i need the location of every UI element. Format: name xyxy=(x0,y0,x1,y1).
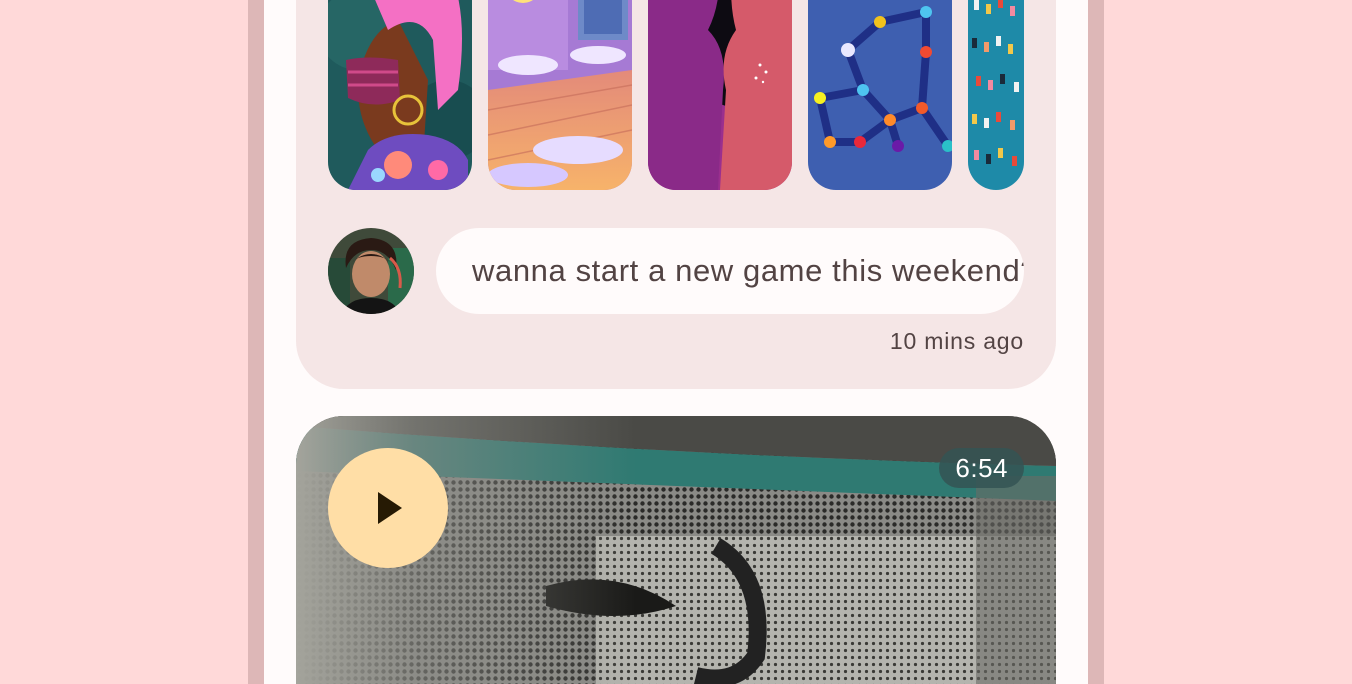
message-card[interactable]: wanna start a new game this weekend? 10 … xyxy=(296,0,1056,389)
message-timestamp: 10 mins ago xyxy=(889,328,1024,354)
message-text: wanna start a new game this weekend? xyxy=(472,253,1024,288)
carousel-image-3[interactable] xyxy=(648,0,792,190)
carousel-image-4[interactable] xyxy=(808,0,952,190)
play-button[interactable] xyxy=(328,448,448,568)
carousel-image-5[interactable] xyxy=(968,0,1024,190)
sender-avatar[interactable] xyxy=(328,228,414,314)
carousel-image-2[interactable] xyxy=(488,0,632,190)
carousel-image-1[interactable] xyxy=(328,0,472,190)
play-icon xyxy=(378,492,402,524)
video-duration-badge: 6:54 xyxy=(939,448,1024,488)
app-screen: wanna start a new game this weekend? 10 … xyxy=(264,0,1088,684)
message-bubble[interactable]: wanna start a new game this weekend? xyxy=(436,228,1024,314)
image-carousel[interactable] xyxy=(328,0,1024,190)
video-card[interactable]: 6:54 xyxy=(296,416,1056,684)
